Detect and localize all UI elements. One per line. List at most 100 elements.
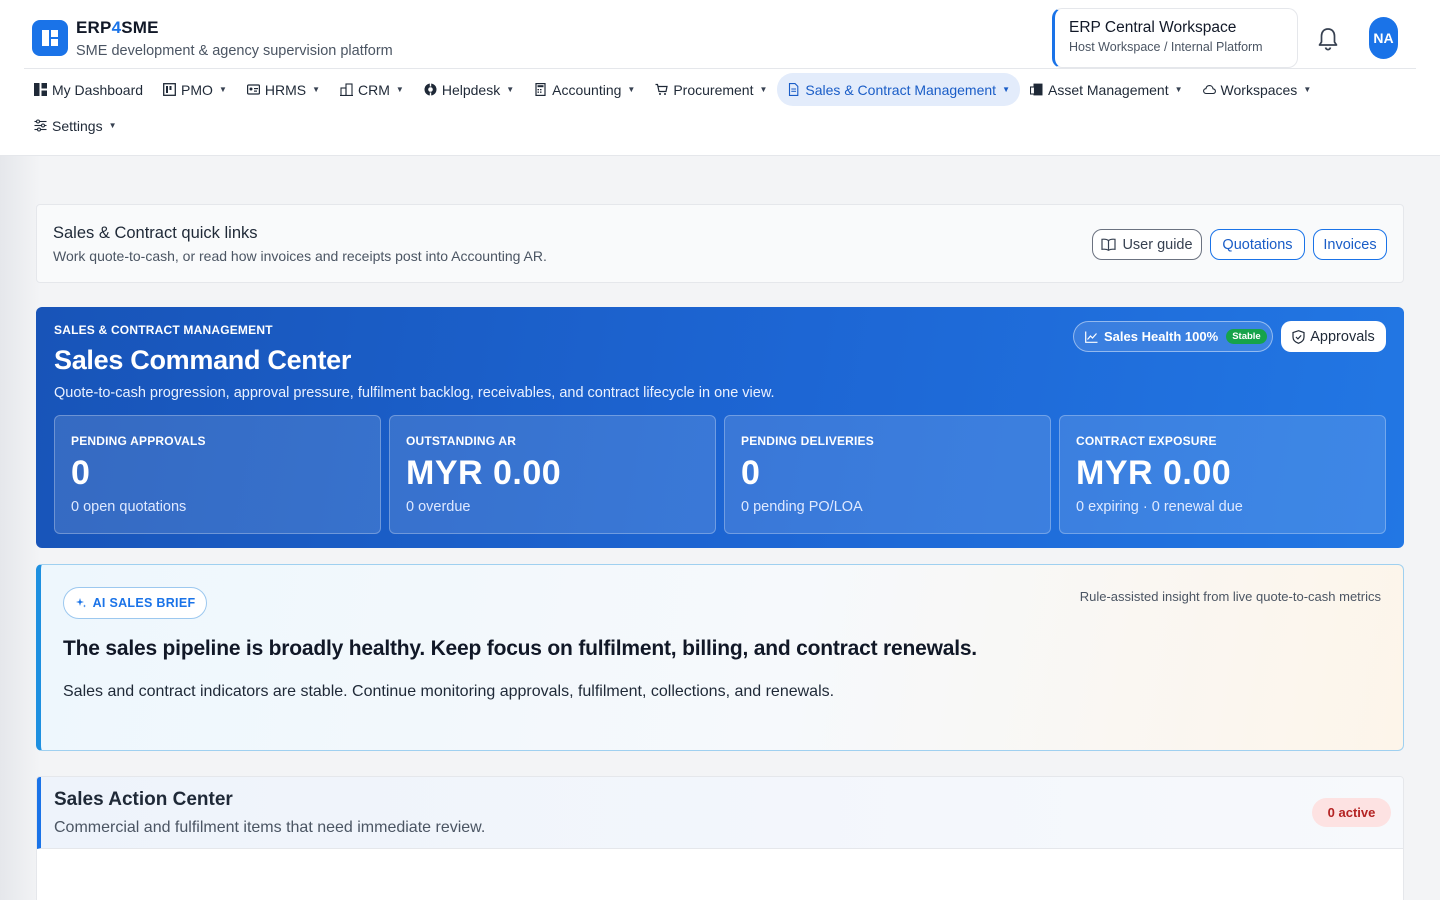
chevron-down-icon: ▼ xyxy=(108,121,117,130)
trend-chart-icon xyxy=(1085,331,1098,343)
app-logo-icon xyxy=(32,20,68,56)
shield-check-icon xyxy=(1292,329,1305,344)
kpi-sub: 0 overdue xyxy=(406,499,471,515)
kpi-card-outstanding-ar[interactable]: OUTSTANDING AR MYR 0.00 0 overdue xyxy=(389,415,716,534)
nav-label: PMO xyxy=(181,81,213,98)
id-card-icon xyxy=(246,83,260,96)
nav-procurement[interactable]: Procurement ▼ xyxy=(645,73,777,106)
approvals-label: Approvals xyxy=(1310,328,1375,345)
ai-sales-brief: AI SALES BRIEF Rule-assisted insight fro… xyxy=(36,564,1404,751)
quick-links-subtitle: Work quote-to-cash, or read how invoices… xyxy=(53,248,547,264)
workspace-title: ERP Central Workspace xyxy=(1069,19,1237,36)
command-center-title: Sales Command Center xyxy=(54,345,352,375)
brand-name: ERP4SME xyxy=(76,18,159,37)
kpi-label: PENDING APPROVALS xyxy=(71,434,206,448)
ai-brief-meta: Rule-assisted insight from live quote-to… xyxy=(1079,589,1381,604)
ai-brief-headline: The sales pipeline is broadly healthy. K… xyxy=(63,637,977,660)
sales-health-label: Sales Health 100% xyxy=(1104,329,1219,344)
nav-helpdesk[interactable]: Helpdesk ▼ xyxy=(414,73,524,106)
action-center-subtitle: Commercial and fulfilment items that nee… xyxy=(54,819,486,836)
sliders-icon xyxy=(34,119,47,132)
top-header: ERP4SME SME development & agency supervi… xyxy=(0,0,1440,156)
nav-label: Accounting xyxy=(552,81,622,98)
main-nav: My Dashboard PMO ▼ HRMS ▼ CRM ▼ Helpdesk… xyxy=(24,73,1321,106)
brand[interactable]: ERP4SME SME development & agency supervi… xyxy=(32,18,393,59)
kpi-label: PENDING DELIVERIES xyxy=(741,434,874,448)
chevron-down-icon: ▼ xyxy=(395,85,404,94)
quotations-button[interactable]: Quotations xyxy=(1210,229,1305,260)
nav-label: My Dashboard xyxy=(52,81,144,98)
nav-label: Asset Management xyxy=(1047,81,1169,98)
active-count-badge: 0 active xyxy=(1312,798,1391,827)
cart-icon xyxy=(655,83,669,96)
page-background-shade xyxy=(0,156,40,900)
sales-command-center: SALES & CONTRACT MANAGEMENT Sales Comman… xyxy=(36,307,1404,548)
invoices-button[interactable]: Invoices xyxy=(1313,229,1387,260)
approvals-button[interactable]: Approvals xyxy=(1281,321,1386,352)
user-guide-label: User guide xyxy=(1122,236,1193,253)
workspace-subtitle: Host Workspace / Internal Platform xyxy=(1069,40,1263,54)
kpi-sub: 0 expiring · 0 renewal due xyxy=(1076,499,1243,515)
action-center-header: Sales Action Center Commercial and fulfi… xyxy=(37,777,1403,849)
quick-links-panel: Sales & Contract quick links Work quote-… xyxy=(36,204,1404,283)
action-center-title: Sales Action Center xyxy=(54,789,233,810)
kpi-label: CONTRACT EXPOSURE xyxy=(1076,434,1217,448)
nav-label: CRM xyxy=(358,81,390,98)
chevron-down-icon: ▼ xyxy=(627,85,636,94)
kpi-sub: 0 open quotations xyxy=(71,499,187,515)
nav-label: Helpdesk xyxy=(441,81,501,98)
chevron-down-icon: ▼ xyxy=(1303,85,1312,94)
notification-bell-icon[interactable] xyxy=(1316,26,1340,52)
ai-brief-pill: AI SALES BRIEF xyxy=(63,587,207,619)
user-avatar[interactable]: NA xyxy=(1369,17,1398,59)
nav-label: HRMS xyxy=(264,81,307,98)
kpi-label: OUTSTANDING AR xyxy=(406,434,517,448)
nav-settings[interactable]: Settings ▼ xyxy=(24,109,127,142)
chevron-down-icon: ▼ xyxy=(218,85,227,94)
sparkle-icon xyxy=(75,597,87,609)
ai-brief-body: Sales and contract indicators are stable… xyxy=(63,683,835,700)
document-icon xyxy=(787,83,800,96)
ai-brief-pill-label: AI SALES BRIEF xyxy=(92,596,196,610)
chevron-down-icon: ▼ xyxy=(312,85,321,94)
chevron-down-icon: ▼ xyxy=(759,85,768,94)
kpi-card-pending-deliveries[interactable]: PENDING DELIVERIES 0 0 pending PO/LOA xyxy=(724,415,1051,534)
sales-action-center: Sales Action Center Commercial and fulfi… xyxy=(36,776,1404,900)
nav-pmo[interactable]: PMO ▼ xyxy=(153,73,237,106)
chevron-down-icon: ▼ xyxy=(1174,85,1183,94)
nav-workspaces[interactable]: Workspaces ▼ xyxy=(1193,73,1322,106)
lifebuoy-icon xyxy=(424,83,437,96)
nav-label: Workspaces xyxy=(1220,81,1298,98)
kpi-card-contract-exposure[interactable]: CONTRACT EXPOSURE MYR 0.00 0 expiring · … xyxy=(1059,415,1386,534)
kpi-value: 0 xyxy=(741,454,761,492)
nav-hrms[interactable]: HRMS ▼ xyxy=(237,73,330,106)
brand-subtitle: SME development & agency supervision pla… xyxy=(76,43,393,59)
nav-accounting[interactable]: Accounting ▼ xyxy=(524,73,645,106)
kpi-value: 0 xyxy=(71,454,91,492)
stable-status-chip: Stable xyxy=(1226,329,1267,344)
kpi-value: MYR 0.00 xyxy=(406,454,562,492)
command-center-subtitle: Quote-to-cash progression, approval pres… xyxy=(54,385,775,401)
header-divider xyxy=(24,68,1416,69)
nav-crm[interactable]: CRM ▼ xyxy=(330,73,414,106)
building-icon xyxy=(340,83,354,97)
quick-links-title: Sales & Contract quick links xyxy=(53,224,258,242)
sales-health-badge: Sales Health 100% Stable xyxy=(1073,321,1273,352)
nav-asset-management[interactable]: Asset Management ▼ xyxy=(1020,73,1193,106)
dashboard-icon xyxy=(34,83,47,96)
nav-my-dashboard[interactable]: My Dashboard xyxy=(24,73,153,106)
kpi-card-pending-approvals[interactable]: PENDING APPROVALS 0 0 open quotations xyxy=(54,415,381,534)
kpi-sub: 0 pending PO/LOA xyxy=(741,499,863,515)
devices-icon xyxy=(1029,83,1043,96)
nav-sales-contract[interactable]: Sales & Contract Management ▼ xyxy=(777,73,1020,106)
kpi-value: MYR 0.00 xyxy=(1076,454,1232,492)
book-icon xyxy=(1101,238,1117,251)
cloud-icon xyxy=(1202,83,1216,96)
kanban-icon xyxy=(163,83,176,96)
user-guide-button[interactable]: User guide xyxy=(1092,229,1202,260)
nav-label: Procurement xyxy=(673,81,754,98)
calculator-icon xyxy=(534,83,547,97)
workspace-switcher[interactable]: ERP Central Workspace Host Workspace / I… xyxy=(1052,8,1298,68)
nav-label: Sales & Contract Management xyxy=(805,81,997,98)
chevron-down-icon: ▼ xyxy=(1002,85,1010,94)
